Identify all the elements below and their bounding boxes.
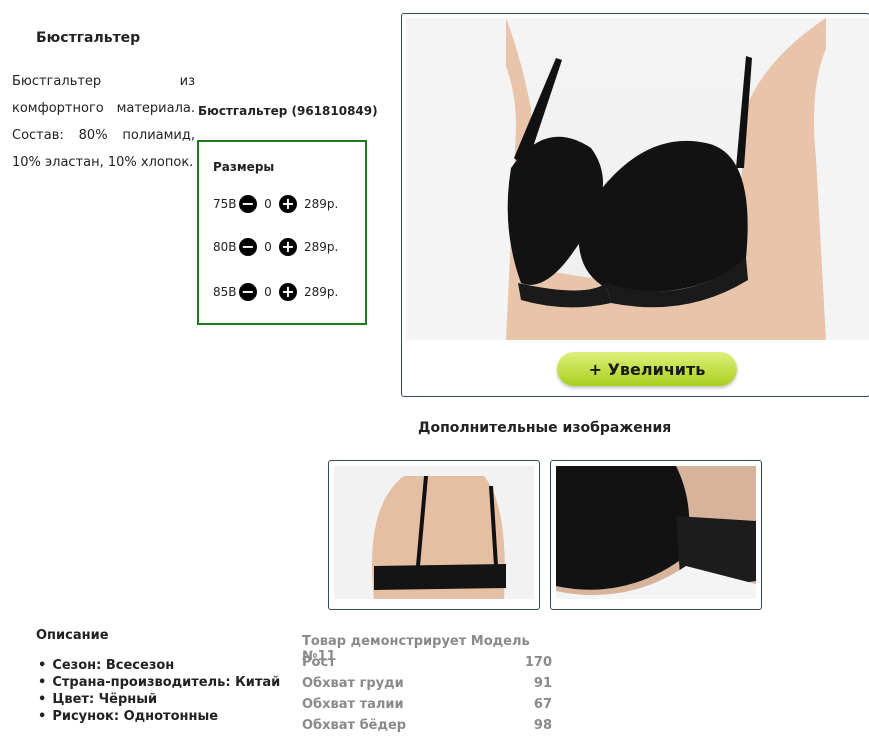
thumbnail-detail-view[interactable] [550,460,762,610]
property-item: Цвет: Чёрный [38,691,280,708]
model-heading: Товар демонстрирует Модель №11 [302,634,552,664]
measurement-value: 67 [533,697,552,712]
main-product-photo[interactable] [406,18,869,340]
measurement-label: Обхват бёдер [302,718,407,733]
size-quantity: 0 [264,240,272,254]
measurement-value: 98 [533,718,552,733]
model-measurements: Товар демонстрирует Модель №11 Рост 170 … [302,634,552,739]
size-quantity: 0 [264,285,272,299]
sizes-heading: Размеры [213,160,275,174]
model-heading-text: Товар демонстрирует Модель №11 [302,634,530,664]
measurement-row: Рост 170 [302,655,552,676]
product-description: Бюстгальтер из комфортного материала. Со… [12,74,195,170]
plus-circle-icon[interactable]: + [279,238,297,256]
measurement-label: Рост [302,655,336,670]
measurement-row: Обхват бёдер 98 [302,718,552,739]
measurement-value: 170 [524,655,552,670]
thumbnail-photo [556,466,756,599]
plus-circle-icon[interactable]: + [279,195,297,213]
size-quantity: 0 [264,197,272,211]
measurement-row: Обхват груди 91 [302,676,552,697]
measurement-value: 91 [533,676,552,691]
property-item: Рисунок: Однотонные [38,708,280,725]
product-sku-title: Бюстгальтер (961810849) [198,104,378,118]
plus-circle-icon[interactable]: + [279,283,297,301]
measurement-label: Обхват груди [302,676,404,691]
property-item: Сезон: Всесезон [38,657,280,674]
sizes-panel: Размеры 75B − 0 + 289р. 80B − 0 + 289р. … [197,140,367,325]
size-label: 85B [213,285,237,299]
zoom-button[interactable]: + Увеличить [557,352,737,386]
main-image-frame: + Увеличить [401,13,869,397]
description-heading: Описание [36,628,109,643]
size-row: 80B − 0 + 289р. [213,238,338,256]
size-price: 289р. [304,285,339,299]
minus-circle-icon[interactable]: − [239,283,257,301]
thumbnail-photo [334,466,534,599]
property-item: Страна-производитель: Китай [38,674,280,691]
additional-images-heading: Дополнительные изображения [418,420,672,436]
size-label: 75B [213,197,237,211]
thumbnail-back-view[interactable] [328,460,540,610]
product-title: Бюстгальтер [36,30,141,46]
size-price: 289р. [304,240,339,254]
properties-list: Сезон: Всесезон Страна-производитель: Ки… [38,657,280,725]
size-price: 289р. [304,197,339,211]
measurement-label: Обхват талии [302,697,404,712]
measurement-row: Обхват талии 67 [302,697,552,718]
size-row: 85B − 0 + 289р. [213,283,338,301]
minus-circle-icon[interactable]: − [239,238,257,256]
minus-circle-icon[interactable]: − [239,195,257,213]
size-row: 75B − 0 + 289р. [213,195,338,213]
size-label: 80B [213,240,237,254]
